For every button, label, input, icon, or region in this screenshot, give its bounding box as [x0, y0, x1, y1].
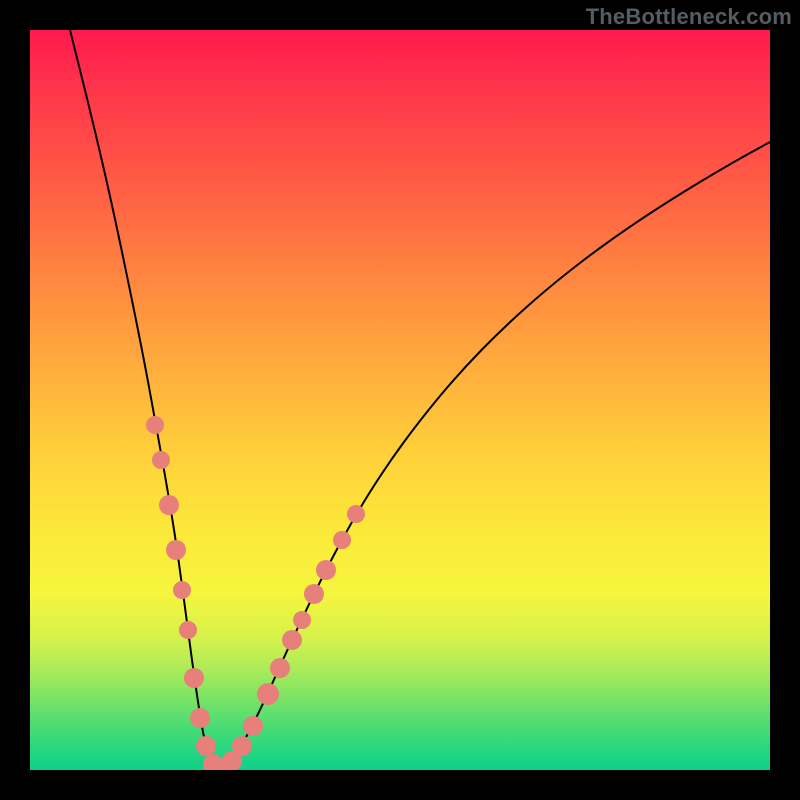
- marker-group: [146, 416, 365, 770]
- curve-marker: [179, 621, 197, 639]
- chart-frame: TheBottleneck.com: [0, 0, 800, 800]
- curve-marker: [293, 611, 311, 629]
- curve-marker: [333, 531, 351, 549]
- curve-marker: [196, 736, 216, 756]
- curve-marker: [347, 505, 365, 523]
- curve-marker: [316, 560, 336, 580]
- source-watermark: TheBottleneck.com: [586, 4, 792, 30]
- curve-marker: [270, 658, 290, 678]
- curve-marker: [166, 540, 186, 560]
- chart-overlay-svg: [30, 30, 770, 770]
- curve-marker: [232, 736, 252, 756]
- curve-marker: [282, 630, 302, 650]
- plot-area: [30, 30, 770, 770]
- curve-marker: [304, 584, 324, 604]
- curve-marker: [184, 668, 204, 688]
- bottleneck-curve: [70, 30, 770, 769]
- curve-marker: [190, 708, 210, 728]
- curve-marker: [243, 716, 263, 736]
- curve-marker: [257, 683, 279, 705]
- curve-marker: [173, 581, 191, 599]
- curve-marker: [152, 451, 170, 469]
- curve-marker: [146, 416, 164, 434]
- curve-marker: [159, 495, 179, 515]
